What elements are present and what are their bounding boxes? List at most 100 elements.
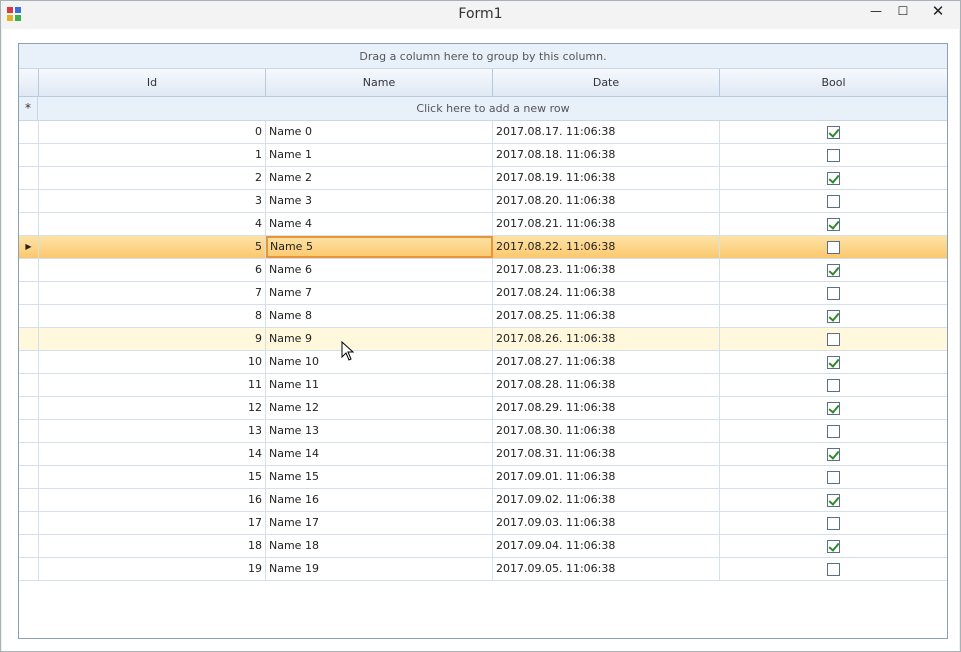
- cell-name[interactable]: Name 14: [266, 443, 493, 465]
- column-header-date[interactable]: Date: [493, 69, 720, 97]
- row-indicator-cell[interactable]: [19, 167, 39, 189]
- cell-name[interactable]: Name 6: [266, 259, 493, 281]
- new-row-label[interactable]: Click here to add a new row: [39, 97, 947, 120]
- cell-id[interactable]: 12: [39, 397, 266, 419]
- cell-date[interactable]: 2017.08.28. 11:06:38: [493, 374, 720, 396]
- checkbox-checked[interactable]: [827, 402, 840, 415]
- cell-date[interactable]: 2017.08.29. 11:06:38: [493, 397, 720, 419]
- checkbox-unchecked[interactable]: [827, 287, 840, 300]
- checkbox-checked[interactable]: [827, 448, 840, 461]
- cell-name[interactable]: Name 10: [266, 351, 493, 373]
- cell-id[interactable]: 4: [39, 213, 266, 235]
- checkbox-checked[interactable]: [827, 218, 840, 231]
- table-row[interactable]: 6 Name 6 2017.08.23. 11:06:38: [19, 259, 947, 282]
- maximize-button[interactable]: ☐: [890, 1, 916, 23]
- cell-name[interactable]: Name 16: [266, 489, 493, 511]
- cell-bool[interactable]: [720, 236, 947, 258]
- checkbox-checked[interactable]: [827, 540, 840, 553]
- table-row[interactable]: ▶ 5 Name 5 2017.08.22. 11:06:38: [19, 236, 947, 259]
- checkbox-checked[interactable]: [827, 310, 840, 323]
- cell-id[interactable]: 18: [39, 535, 266, 557]
- group-by-panel[interactable]: Drag a column here to group by this colu…: [19, 44, 947, 69]
- cell-name[interactable]: Name 1: [266, 144, 493, 166]
- table-row[interactable]: 9 Name 9 2017.08.26. 11:06:38: [19, 328, 947, 351]
- column-header-name[interactable]: Name: [266, 69, 493, 97]
- table-row[interactable]: 18 Name 18 2017.09.04. 11:06:38: [19, 535, 947, 558]
- cell-date[interactable]: 2017.08.21. 11:06:38: [493, 213, 720, 235]
- cell-bool[interactable]: [720, 489, 947, 511]
- cell-date[interactable]: 2017.08.22. 11:06:38: [493, 236, 720, 258]
- cell-bool[interactable]: [720, 558, 947, 580]
- cell-bool[interactable]: [720, 121, 947, 143]
- cell-date[interactable]: 2017.08.27. 11:06:38: [493, 351, 720, 373]
- cell-id[interactable]: 19: [39, 558, 266, 580]
- row-indicator-cell[interactable]: [19, 328, 39, 350]
- cell-name[interactable]: Name 13: [266, 420, 493, 442]
- row-indicator-cell[interactable]: [19, 558, 39, 580]
- row-indicator-cell[interactable]: [19, 443, 39, 465]
- row-indicator-cell[interactable]: [19, 144, 39, 166]
- column-header-id[interactable]: Id: [39, 69, 266, 97]
- cell-bool[interactable]: [720, 259, 947, 281]
- checkbox-unchecked[interactable]: [827, 149, 840, 162]
- cell-bool[interactable]: [720, 328, 947, 350]
- cell-bool[interactable]: [720, 443, 947, 465]
- row-indicator-cell[interactable]: [19, 213, 39, 235]
- cell-bool[interactable]: [720, 420, 947, 442]
- cell-date[interactable]: 2017.09.04. 11:06:38: [493, 535, 720, 557]
- cell-name[interactable]: Name 9: [266, 328, 493, 350]
- column-header-bool[interactable]: Bool: [720, 69, 947, 97]
- checkbox-unchecked[interactable]: [827, 425, 840, 438]
- cell-bool[interactable]: [720, 282, 947, 304]
- cell-name[interactable]: Name 17: [266, 512, 493, 534]
- cell-date[interactable]: 2017.08.20. 11:06:38: [493, 190, 720, 212]
- table-row[interactable]: 19 Name 19 2017.09.05. 11:06:38: [19, 558, 947, 581]
- row-indicator-cell[interactable]: [19, 351, 39, 373]
- cell-id[interactable]: 17: [39, 512, 266, 534]
- cell-bool[interactable]: [720, 144, 947, 166]
- row-indicator-cell[interactable]: [19, 512, 39, 534]
- checkbox-checked[interactable]: [827, 172, 840, 185]
- cell-id[interactable]: 16: [39, 489, 266, 511]
- table-row[interactable]: 8 Name 8 2017.08.25. 11:06:38: [19, 305, 947, 328]
- minimize-button[interactable]: —: [863, 1, 889, 23]
- cell-name[interactable]: Name 19: [266, 558, 493, 580]
- cell-name[interactable]: Name 11: [266, 374, 493, 396]
- row-indicator-cell[interactable]: [19, 466, 39, 488]
- table-row[interactable]: 0 Name 0 2017.08.17. 11:06:38: [19, 121, 947, 144]
- cell-bool[interactable]: [720, 190, 947, 212]
- cell-date[interactable]: 2017.09.03. 11:06:38: [493, 512, 720, 534]
- row-indicator-cell[interactable]: [19, 190, 39, 212]
- cell-name[interactable]: Name 3: [266, 190, 493, 212]
- cell-id[interactable]: 13: [39, 420, 266, 442]
- cell-id[interactable]: 11: [39, 374, 266, 396]
- cell-date[interactable]: 2017.09.01. 11:06:38: [493, 466, 720, 488]
- row-indicator-cell[interactable]: [19, 535, 39, 557]
- checkbox-unchecked[interactable]: [827, 195, 840, 208]
- cell-bool[interactable]: [720, 305, 947, 327]
- table-row[interactable]: 14 Name 14 2017.08.31. 11:06:38: [19, 443, 947, 466]
- cell-id[interactable]: 2: [39, 167, 266, 189]
- row-indicator-cell[interactable]: [19, 259, 39, 281]
- table-row[interactable]: 1 Name 1 2017.08.18. 11:06:38: [19, 144, 947, 167]
- cell-name[interactable]: Name 4: [266, 213, 493, 235]
- cell-name[interactable]: Name 2: [266, 167, 493, 189]
- title-bar[interactable]: Form1 — ☐ ✕: [1, 1, 960, 29]
- checkbox-unchecked[interactable]: [827, 379, 840, 392]
- row-indicator-cell[interactable]: [19, 397, 39, 419]
- cell-date[interactable]: 2017.08.31. 11:06:38: [493, 443, 720, 465]
- row-indicator-cell[interactable]: [19, 420, 39, 442]
- cell-date[interactable]: 2017.08.23. 11:06:38: [493, 259, 720, 281]
- new-row[interactable]: * Click here to add a new row: [19, 97, 947, 121]
- cell-name[interactable]: Name 8: [266, 305, 493, 327]
- cell-name[interactable]: Name 12: [266, 397, 493, 419]
- cell-bool[interactable]: [720, 397, 947, 419]
- cell-id[interactable]: 9: [39, 328, 266, 350]
- cell-bool[interactable]: [720, 351, 947, 373]
- cell-date[interactable]: 2017.09.02. 11:06:38: [493, 489, 720, 511]
- table-row[interactable]: 3 Name 3 2017.08.20. 11:06:38: [19, 190, 947, 213]
- cell-bool[interactable]: [720, 512, 947, 534]
- table-row[interactable]: 2 Name 2 2017.08.19. 11:06:38: [19, 167, 947, 190]
- cell-id[interactable]: 14: [39, 443, 266, 465]
- table-row[interactable]: 4 Name 4 2017.08.21. 11:06:38: [19, 213, 947, 236]
